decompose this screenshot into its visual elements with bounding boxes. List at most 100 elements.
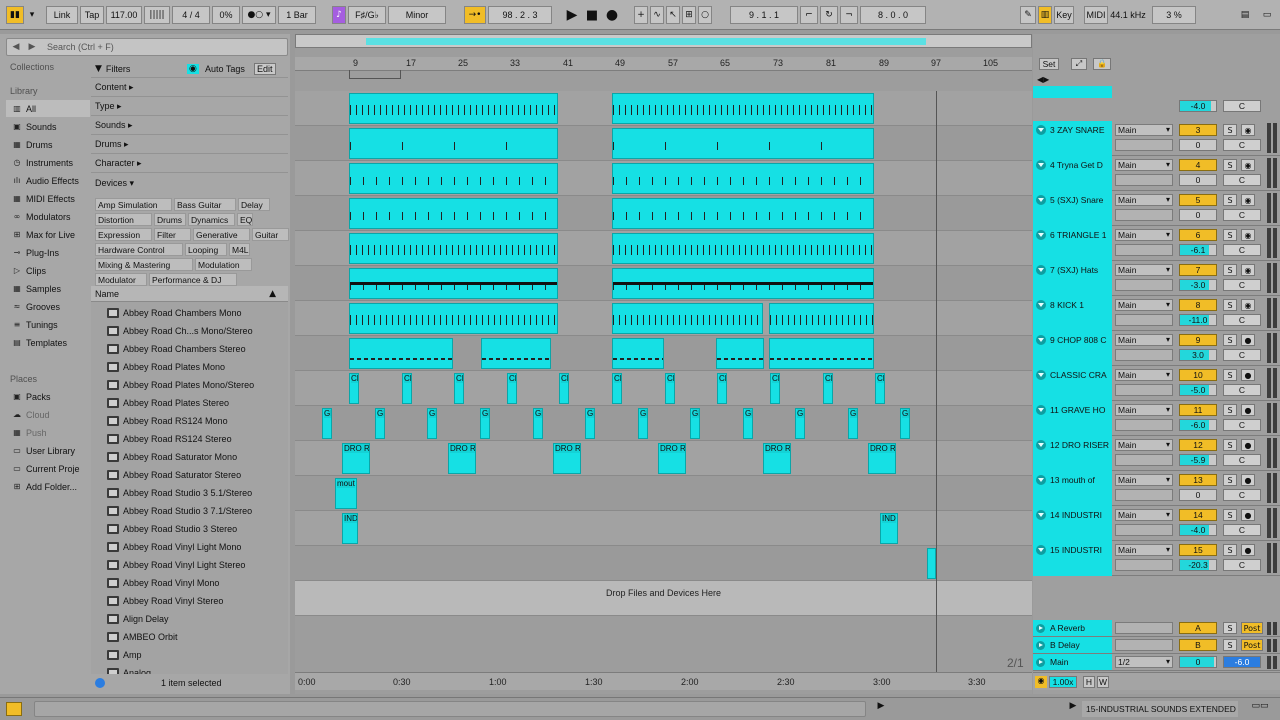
track-activator-button[interactable]: 8 (1179, 299, 1217, 311)
return-track-name[interactable]: A Reverb (1033, 620, 1112, 636)
sidebar-item-clips[interactable]: ▷ Clips (6, 262, 90, 279)
filter-tag[interactable]: Hardware Control (95, 243, 183, 256)
track-activator-button[interactable]: 3 (1179, 124, 1217, 136)
sidebar-item-drums[interactable]: ▦ Drums (6, 136, 90, 153)
list-item[interactable]: Abbey Road Plates Mono/Stereo (91, 376, 288, 394)
solo-button[interactable]: S (1223, 639, 1237, 651)
groove-amount-field[interactable]: 0% (212, 6, 240, 24)
main-volume-field[interactable]: 0 (1179, 656, 1217, 668)
arm-button[interactable]: ◉ (1241, 194, 1255, 206)
track-activator-button[interactable]: 4 (1179, 159, 1217, 171)
drop-zone-text[interactable]: Drop Files and Devices Here (295, 588, 1032, 598)
time-ruler[interactable]: 0:00 0:30 1:00 1:30 2:00 2:30 3:00 3:30 (295, 672, 1032, 690)
loop-length-field[interactable]: 8 . 0 . 0 (860, 6, 926, 24)
clip[interactable]: DRO R (342, 443, 370, 474)
filter-content[interactable]: Content ▸ (91, 79, 288, 97)
clip[interactable]: IND (342, 513, 358, 544)
filter-tag[interactable]: Modulation (195, 258, 252, 271)
filter-tag[interactable]: Bass Guitar (174, 198, 236, 211)
clip[interactable]: GR (848, 408, 858, 439)
clip[interactable]: DRO R (448, 443, 476, 474)
sidebar-item-add-folder[interactable]: ⊞ Add Folder... (6, 478, 90, 495)
post-button[interactable]: Post (1241, 639, 1263, 651)
output-routing-dropdown[interactable]: Main (1115, 124, 1173, 136)
main-output-dropdown[interactable]: 1/2 (1115, 656, 1173, 668)
track-name[interactable]: 9 CHOP 808 C (1033, 331, 1112, 366)
clip[interactable]: GR (900, 408, 910, 439)
output-channel-dropdown[interactable] (1115, 349, 1173, 361)
track-name[interactable]: 15 INDUSTRI (1033, 541, 1112, 576)
list-item[interactable]: Abbey Road Studio 3 Stereo (91, 520, 288, 538)
scale-dropdown[interactable]: Minor (388, 6, 446, 24)
clip[interactable] (612, 338, 664, 369)
metronome-icon[interactable]: ||||| (144, 6, 170, 24)
post-button[interactable]: Post (1241, 622, 1263, 634)
list-item[interactable]: Abbey Road Studio 3 7.1/Stereo (91, 502, 288, 520)
return-track-name[interactable]: B Delay (1033, 637, 1112, 653)
time-signature-field[interactable]: 4 / 4 (172, 6, 210, 24)
track-activator-button[interactable]: 11 (1179, 404, 1217, 416)
pan-field[interactable]: C (1223, 174, 1261, 186)
sidebar-item-instruments[interactable]: ◷ Instruments (6, 154, 90, 171)
clip[interactable]: CL (454, 373, 464, 404)
track-lane[interactable] (295, 581, 1032, 616)
filter-tag[interactable]: Performance & DJ (149, 273, 237, 286)
volume-field[interactable]: 0 (1179, 174, 1217, 186)
fold-icon[interactable] (1036, 510, 1046, 520)
filter-tag[interactable]: Modulator (95, 273, 147, 286)
name-column-header[interactable]: Name ▲ (91, 286, 288, 302)
list-item[interactable]: Abbey Road Vinyl Mono (91, 574, 288, 592)
clip[interactable] (612, 93, 874, 124)
clip[interactable]: CL (875, 373, 885, 404)
output-channel-dropdown[interactable] (1115, 454, 1173, 466)
clip[interactable]: GR (585, 408, 595, 439)
sidebar-item-user-library[interactable]: ▭ User Library (6, 442, 90, 459)
metronome-footer-icon[interactable]: ◉ (1035, 676, 1047, 688)
output-routing-dropdown[interactable]: Main (1115, 474, 1173, 486)
arm-button[interactable]: ● (1241, 369, 1255, 381)
volume-field[interactable]: -5.9 (1179, 454, 1217, 466)
output-routing-dropdown[interactable]: Main (1115, 509, 1173, 521)
filter-devices[interactable]: Devices ▾ (91, 174, 288, 192)
clip[interactable] (612, 303, 763, 334)
track-name[interactable]: 5 (SXJ) Snare (1033, 191, 1112, 226)
filters-header[interactable]: ▼ Filters ◉ Auto Tags Edit (91, 60, 288, 78)
filter-sounds[interactable]: Sounds ▸ (91, 117, 288, 135)
clip[interactable]: GR (480, 408, 490, 439)
track-activator-button[interactable]: 9 (1179, 334, 1217, 346)
clip[interactable]: DRO R (868, 443, 896, 474)
list-item[interactable]: Abbey Road Vinyl Light Mono (91, 538, 288, 556)
solo-button[interactable]: S (1223, 404, 1237, 416)
clip[interactable] (481, 338, 551, 369)
track-lane[interactable] (295, 406, 1032, 441)
filter-tag[interactable]: Delay (238, 198, 270, 211)
clip[interactable]: CL (507, 373, 517, 404)
list-item[interactable]: Align Delay (91, 610, 288, 628)
automation-arm-icon[interactable]: ∿ (650, 6, 664, 24)
clip[interactable] (612, 198, 874, 229)
solo-button[interactable]: S (1223, 474, 1237, 486)
return-routing[interactable] (1115, 639, 1173, 651)
eye-icon[interactable]: ◉ (187, 63, 199, 74)
pan-field[interactable]: C (1223, 209, 1261, 221)
track-activator-button[interactable]: 7 (1179, 264, 1217, 276)
pan-field[interactable]: C (1223, 279, 1261, 291)
sidebar-item-plug-ins[interactable]: ⊸ Plug-Ins (6, 244, 90, 261)
volume-field[interactable]: -11.0 (1179, 314, 1217, 326)
solo-button[interactable]: S (1223, 159, 1237, 171)
output-channel-dropdown[interactable] (1115, 524, 1173, 536)
filter-tag[interactable]: EQ (237, 213, 253, 226)
key-map-button[interactable]: Key (1054, 6, 1074, 24)
output-channel-dropdown[interactable] (1115, 314, 1173, 326)
clip[interactable] (612, 268, 874, 299)
expand-icon[interactable] (1036, 640, 1045, 650)
track-name[interactable]: 4 Tryna Get D (1033, 156, 1112, 191)
output-routing-dropdown[interactable]: Main (1115, 264, 1173, 276)
preview-icon[interactable] (95, 678, 105, 688)
pan-field[interactable]: C (1223, 419, 1261, 431)
output-channel-dropdown[interactable] (1115, 489, 1173, 501)
output-channel-dropdown[interactable] (1115, 279, 1173, 291)
clip[interactable]: CL (770, 373, 780, 404)
overview-menu-icon[interactable]: ▤ (1238, 6, 1252, 24)
track-name[interactable]: CLASSIC CRA (1033, 366, 1112, 401)
